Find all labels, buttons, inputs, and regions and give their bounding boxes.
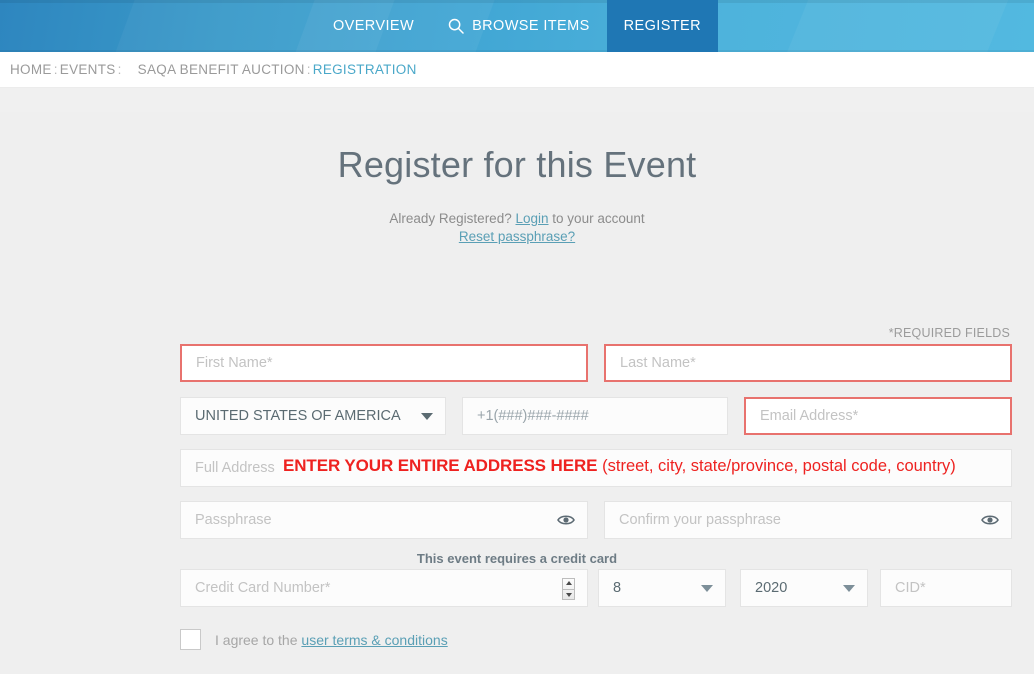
login-prompt: Already Registered? Login to your accoun… xyxy=(0,210,1034,246)
nav-item-browse-items-label: BROWSE ITEMS xyxy=(472,18,590,34)
first-name-field[interactable]: First Name* xyxy=(180,344,588,383)
stepper-down-icon[interactable] xyxy=(565,593,572,598)
breadcrumb-separator-1: : xyxy=(53,62,58,77)
breadcrumb-home[interactable]: HOME xyxy=(10,62,52,77)
phone-field[interactable]: +1(###)###-#### xyxy=(462,397,728,436)
terms-agreement-row: I agree to the user terms & conditions xyxy=(180,629,448,651)
nav-item-overview[interactable]: OVERVIEW xyxy=(316,0,431,52)
terms-agreement-text: I agree to the user terms & conditions xyxy=(215,632,448,648)
nav-item-register-label: REGISTER xyxy=(623,18,701,34)
nav-item-register[interactable]: REGISTER xyxy=(606,0,718,52)
breadcrumb-bar: HOME: EVENTS: SAQA BENEFIT AUCTION: REGISTR… xyxy=(0,52,1034,88)
passphrase-field[interactable]: Passphrase xyxy=(180,501,588,540)
terms-conditions-link[interactable]: user terms & conditions xyxy=(301,632,447,648)
chevron-down-icon xyxy=(421,412,433,420)
reset-passphrase-link[interactable]: Reset passphrase? xyxy=(459,229,575,244)
expiry-month-select[interactable]: 8 xyxy=(598,569,726,608)
country-select[interactable]: UNITED STATES OF AMERICA xyxy=(180,397,446,436)
eye-icon[interactable] xyxy=(557,513,575,527)
country-select-value: UNITED STATES OF AMERICA xyxy=(195,408,401,425)
main-navigation: OVERVIEW BROWSE ITEMS REGISTER xyxy=(0,0,1034,52)
passphrase-placeholder: Passphrase xyxy=(195,512,272,529)
breadcrumb-event[interactable]: SAQA BENEFIT AUCTION xyxy=(138,62,305,77)
search-icon xyxy=(448,18,464,34)
phone-placeholder: +1(###)###-#### xyxy=(477,408,589,425)
last-name-placeholder: Last Name* xyxy=(620,355,696,372)
credit-card-number-field[interactable]: Credit Card Number* xyxy=(180,569,588,608)
terms-checkbox[interactable] xyxy=(180,629,201,651)
confirm-passphrase-placeholder: Confirm your passphrase xyxy=(619,512,781,529)
credit-card-label: This event requires a credit card xyxy=(416,551,618,567)
eye-icon-confirm[interactable] xyxy=(981,513,999,527)
cid-placeholder: CID* xyxy=(895,580,926,597)
address-placeholder: Full Address xyxy=(195,460,275,477)
expiry-year-select[interactable]: 2020 xyxy=(740,569,868,608)
nav-item-browse-items[interactable]: BROWSE ITEMS xyxy=(431,0,607,52)
credit-card-number-placeholder: Credit Card Number* xyxy=(195,580,331,597)
breadcrumb-current: REGISTRATION xyxy=(312,62,417,77)
breadcrumb: HOME: EVENTS: SAQA BENEFIT AUCTION: REGISTR… xyxy=(10,62,417,77)
login-link[interactable]: Login xyxy=(515,211,548,226)
cid-field[interactable]: CID* xyxy=(880,569,1012,608)
chevron-down-icon-month xyxy=(701,584,713,592)
address-instruction-note: ENTER YOUR ENTIRE ADDRESS HERE (street, … xyxy=(283,456,956,476)
address-instruction-detail: (street, city, state/province, postal co… xyxy=(602,457,956,476)
email-field[interactable]: Email Address* xyxy=(744,397,1012,436)
expiry-year-value: 2020 xyxy=(755,580,788,597)
email-placeholder: Email Address* xyxy=(760,408,859,425)
breadcrumb-separator-3: : xyxy=(306,62,311,77)
already-registered-text: Already Registered? xyxy=(389,211,512,227)
last-name-field[interactable]: Last Name* xyxy=(604,344,1012,383)
stepper-up-icon[interactable] xyxy=(565,580,572,585)
number-stepper-icon[interactable] xyxy=(562,578,575,601)
page-title: Register for this Event xyxy=(337,144,697,186)
required-fields-note: *REQUIRED FIELDS xyxy=(888,326,1010,341)
to-your-account-text: to your account xyxy=(552,211,645,227)
terms-agreement-prefix: I agree to the xyxy=(215,631,298,648)
address-instruction-bold: ENTER YOUR ENTIRE ADDRESS HERE xyxy=(283,456,598,476)
nav-item-overview-label: OVERVIEW xyxy=(332,18,415,34)
chevron-down-icon-year xyxy=(843,584,855,592)
registration-page: Register for this Event Already Register… xyxy=(0,112,1034,674)
site-header: OVERVIEW BROWSE ITEMS REGISTER xyxy=(0,0,1034,52)
first-name-placeholder: First Name* xyxy=(196,355,273,372)
confirm-passphrase-field[interactable]: Confirm your passphrase xyxy=(604,501,1012,540)
breadcrumb-separator-2: : xyxy=(117,62,122,77)
expiry-month-value: 8 xyxy=(613,580,622,597)
breadcrumb-events[interactable]: EVENTS xyxy=(60,62,116,77)
